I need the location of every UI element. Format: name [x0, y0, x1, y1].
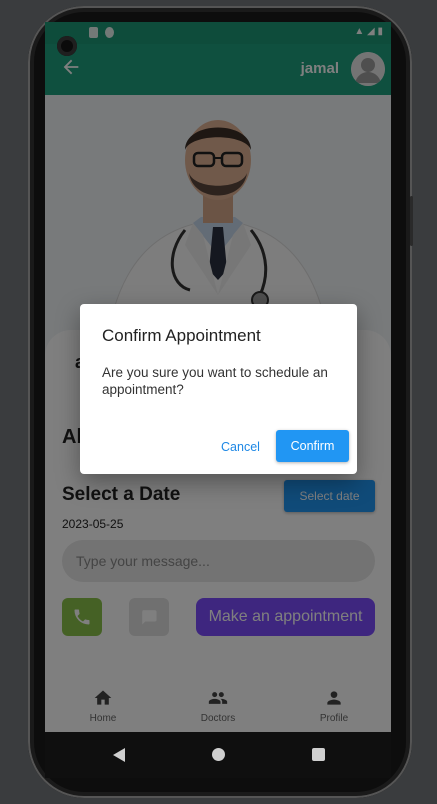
system-recents-icon[interactable]: [312, 748, 325, 761]
system-back-icon[interactable]: [113, 748, 125, 762]
system-home-icon[interactable]: [212, 748, 225, 761]
confirm-button[interactable]: Confirm: [276, 430, 349, 462]
front-camera: [57, 36, 77, 56]
app-screen: ▲ ◢ ▮ jamal: [45, 22, 391, 732]
confirm-appointment-dialog: Confirm Appointment Are you sure you wan…: [80, 304, 357, 474]
dialog-title: Confirm Appointment: [102, 326, 261, 345]
cancel-button[interactable]: Cancel: [212, 431, 269, 462]
system-navigation-bar: [45, 732, 391, 778]
dialog-message: Are you sure you want to schedule an app…: [102, 365, 328, 397]
power-button: [410, 196, 413, 246]
